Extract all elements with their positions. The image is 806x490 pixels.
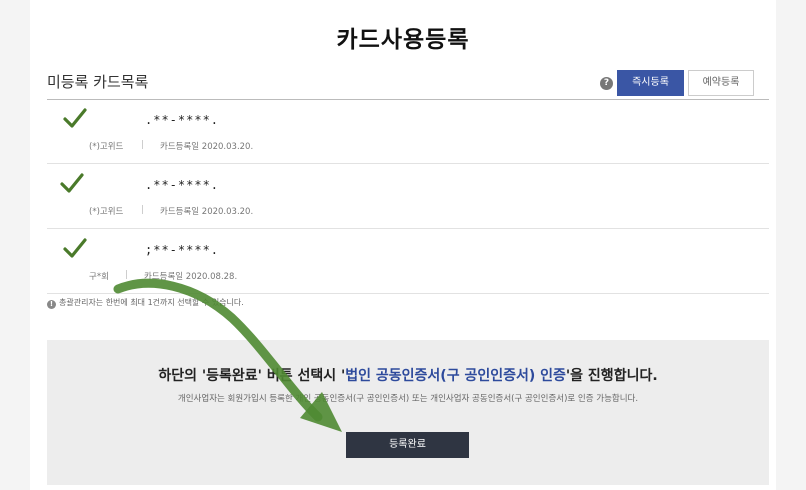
card-meta-separator: |: [141, 140, 144, 150]
card-list-item[interactable]: .**-****. (*)고위드 | 카드등록일 2020.03.20.: [47, 100, 769, 164]
card-meta-separator: |: [125, 270, 128, 280]
panel-main-prefix: 하단의 '등록완료' 버튼 선택시 ': [158, 368, 346, 384]
notice-text: 총괄관리자는 한번에 최대 1건까지 선택할 수 있습니다.: [59, 298, 244, 307]
card-meta-separator: |: [141, 205, 144, 215]
section-title: 미등록 카드목록: [47, 73, 149, 91]
page-title: 카드사용등록: [336, 27, 470, 53]
panel-sub-text: 개인사업자는 회원가입시 등록한 개인 공동인증서(구 공인인증서) 또는 개인…: [177, 394, 639, 404]
complete-registration-button[interactable]: 등록완료: [346, 432, 469, 458]
card-holder: (*)고위드: [89, 142, 124, 152]
panel-main-text: 하단의 '등록완료' 버튼 선택시 '법인 공동인증서(구 공인인증서) 인증'…: [47, 365, 769, 385]
card-reg-date: 카드등록일 2020.03.20.: [160, 207, 254, 217]
card-holder: 구*회: [89, 272, 109, 282]
check-icon: [63, 108, 87, 128]
card-number: .**-****.: [145, 113, 220, 127]
check-icon: [63, 238, 87, 258]
panel-main-suffix: '을 진행합니다.: [565, 368, 658, 384]
help-icon[interactable]: ?: [600, 77, 613, 90]
card-holder: (*)고위드: [89, 207, 124, 217]
card-reg-date: 카드등록일 2020.03.20.: [160, 142, 254, 152]
selection-notice: ! 총괄관리자는 한번에 최대 1건까지 선택할 수 있습니다.: [47, 297, 244, 309]
card-number: .**-****.: [145, 178, 220, 192]
info-icon: !: [47, 300, 56, 309]
card-list-item[interactable]: .**-****. (*)고위드 | 카드등록일 2020.03.20.: [47, 165, 769, 229]
reserve-register-button[interactable]: 예약등록: [688, 70, 754, 96]
panel-main-highlight: 법인 공동인증서(구 공인인증서) 인증: [345, 368, 566, 384]
card-reg-date: 카드등록일 2020.08.28.: [144, 272, 238, 282]
check-icon: [60, 173, 84, 193]
page-gutter-left: [0, 0, 30, 490]
register-now-button[interactable]: 즉시등록: [617, 70, 684, 96]
card-number: ;**-****.: [145, 243, 220, 257]
page-gutter-right: [776, 0, 806, 490]
completion-panel: 하단의 '등록완료' 버튼 선택시 '법인 공동인증서(구 공인인증서) 인증'…: [47, 340, 769, 485]
card-list-item[interactable]: ;**-****. 구*회 | 카드등록일 2020.08.28.: [47, 230, 769, 294]
